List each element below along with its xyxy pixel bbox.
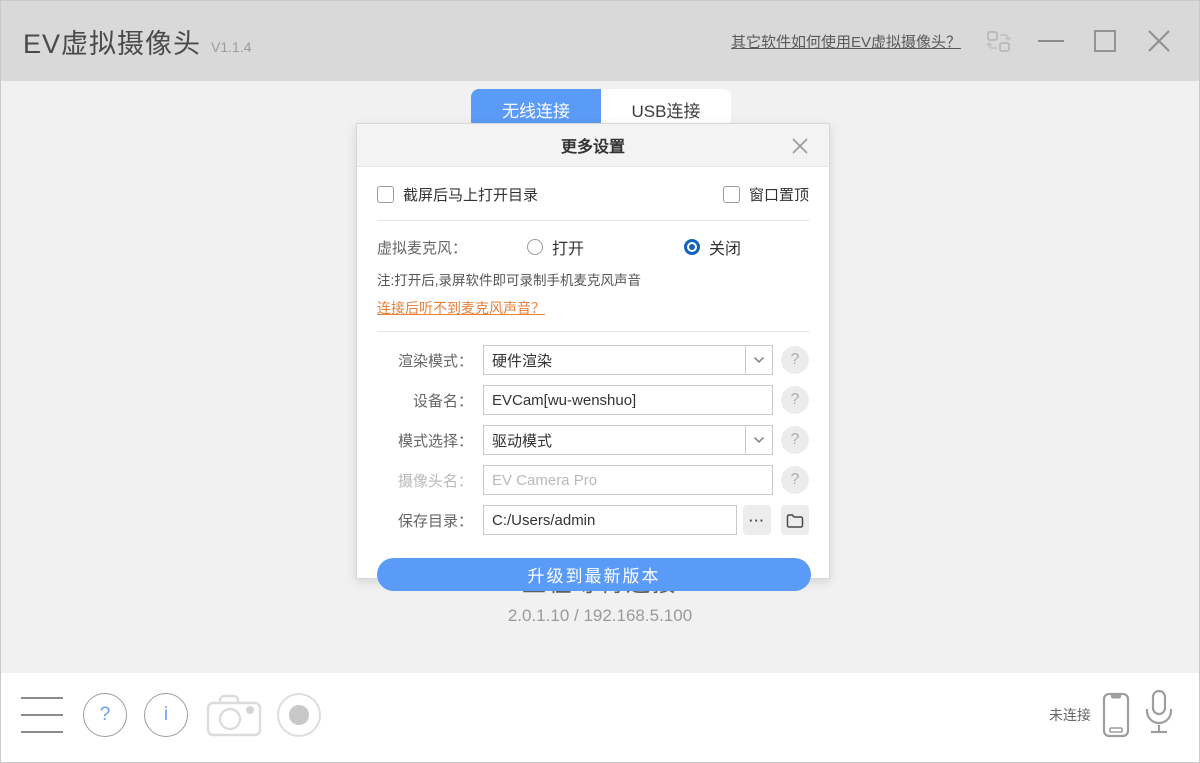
divider (377, 220, 809, 221)
record-button[interactable] (277, 693, 321, 737)
radio-unselected-icon (527, 239, 543, 255)
checkbox-icon (377, 186, 394, 203)
hamburger-icon (21, 697, 63, 699)
folder-icon (786, 513, 804, 528)
mode-select-value: 驱动模式 (484, 430, 745, 451)
camera-name-input[interactable] (483, 465, 773, 495)
more-settings-dialog: 更多设置 截屏后马上打开目录 窗口置顶 (356, 123, 830, 579)
open-dir-button[interactable] (781, 505, 809, 535)
render-mode-value: 硬件渲染 (484, 350, 745, 371)
checkbox-topmost-label: 窗口置顶 (749, 184, 809, 205)
dialog-title: 更多设置 (561, 133, 625, 157)
minimize-icon (1038, 40, 1064, 42)
camera-name-label: 摄像头名： (377, 470, 473, 491)
app-title: EV虚拟摄像头 (23, 22, 201, 61)
camera-name-help-button[interactable]: ? (781, 466, 809, 494)
swap-icon (985, 28, 1011, 54)
minimize-button[interactable] (1037, 27, 1065, 55)
device-name-label: 设备名： (377, 390, 473, 411)
radio-mic-off-label: 关闭 (709, 235, 741, 259)
upgrade-button[interactable]: 升级到最新版本 (377, 558, 811, 591)
phone-icon (1101, 692, 1131, 738)
chevron-down-icon (745, 346, 772, 374)
main-area: 无线连接 USB连接 正在等待连接 2.0.1.10 / 192.168.5.1… (1, 81, 1199, 673)
close-icon (1146, 28, 1172, 54)
dialog-close-button[interactable] (785, 124, 815, 167)
version-ip-text: 2.0.1.10 / 192.168.5.100 (1, 606, 1199, 626)
radio-mic-on[interactable]: 打开 (527, 235, 584, 259)
question-icon: ? (100, 704, 111, 726)
maximize-icon (1094, 30, 1116, 52)
virtual-mic-label: 虚拟麦克风： (377, 237, 495, 258)
render-mode-help-button[interactable]: ? (781, 346, 809, 374)
info-icon: i (164, 704, 168, 726)
titlebar: EV虚拟摄像头 V1.1.4 其它软件如何使用EV虚拟摄像头？ (1, 1, 1199, 81)
how-to-use-link[interactable]: 其它软件如何使用EV虚拟摄像头？ (731, 31, 961, 52)
record-icon (289, 705, 309, 725)
camera-icon (205, 692, 263, 738)
close-icon (791, 137, 809, 155)
mic-help-link[interactable]: 连接后听不到麦克风声音？ (377, 298, 559, 318)
checkbox-open-dir-label: 截屏后马上打开目录 (403, 184, 538, 205)
dialog-header: 更多设置 (357, 124, 829, 167)
app-version: V1.1.4 (211, 39, 251, 55)
mode-select[interactable]: 驱动模式 (483, 425, 773, 455)
radio-mic-off[interactable]: 关闭 (684, 235, 741, 259)
checkbox-icon (723, 186, 740, 203)
checkbox-open-dir-after-screenshot[interactable]: 截屏后马上打开目录 (377, 184, 538, 205)
browse-dir-button[interactable]: ··· (743, 505, 771, 535)
chevron-down-icon (745, 426, 772, 454)
divider (377, 331, 809, 332)
menu-button[interactable] (21, 697, 63, 733)
render-mode-label: 渲染模式： (377, 350, 473, 371)
save-dir-input[interactable] (483, 505, 737, 535)
info-button[interactable]: i (144, 693, 188, 737)
help-button[interactable]: ? (83, 693, 127, 737)
maximize-button[interactable] (1091, 27, 1119, 55)
radio-mic-on-label: 打开 (552, 235, 584, 259)
app-window: EV虚拟摄像头 V1.1.4 其它软件如何使用EV虚拟摄像头？ (0, 0, 1200, 763)
phone-status (1101, 692, 1131, 738)
checkbox-window-topmost[interactable]: 窗口置顶 (723, 184, 809, 205)
mode-select-help-button[interactable]: ? (781, 426, 809, 454)
mic-status (1143, 688, 1175, 741)
screenshot-button[interactable] (205, 692, 263, 738)
footer-toolbar: ? i 未连接 (1, 673, 1199, 763)
connection-status: 未连接 (1049, 705, 1091, 725)
device-name-help-button[interactable]: ? (781, 386, 809, 414)
render-mode-select[interactable]: 硬件渲染 (483, 345, 773, 375)
radio-selected-icon (684, 239, 700, 255)
close-button[interactable] (1145, 27, 1173, 55)
save-dir-label: 保存目录： (377, 510, 473, 531)
microphone-icon (1143, 688, 1175, 736)
switch-mode-button[interactable] (985, 28, 1011, 54)
mode-select-label: 模式选择： (377, 430, 473, 451)
device-name-input[interactable] (483, 385, 773, 415)
mic-note-text: 注:打开后,录屏软件即可录制手机麦克风声音 (377, 269, 809, 289)
